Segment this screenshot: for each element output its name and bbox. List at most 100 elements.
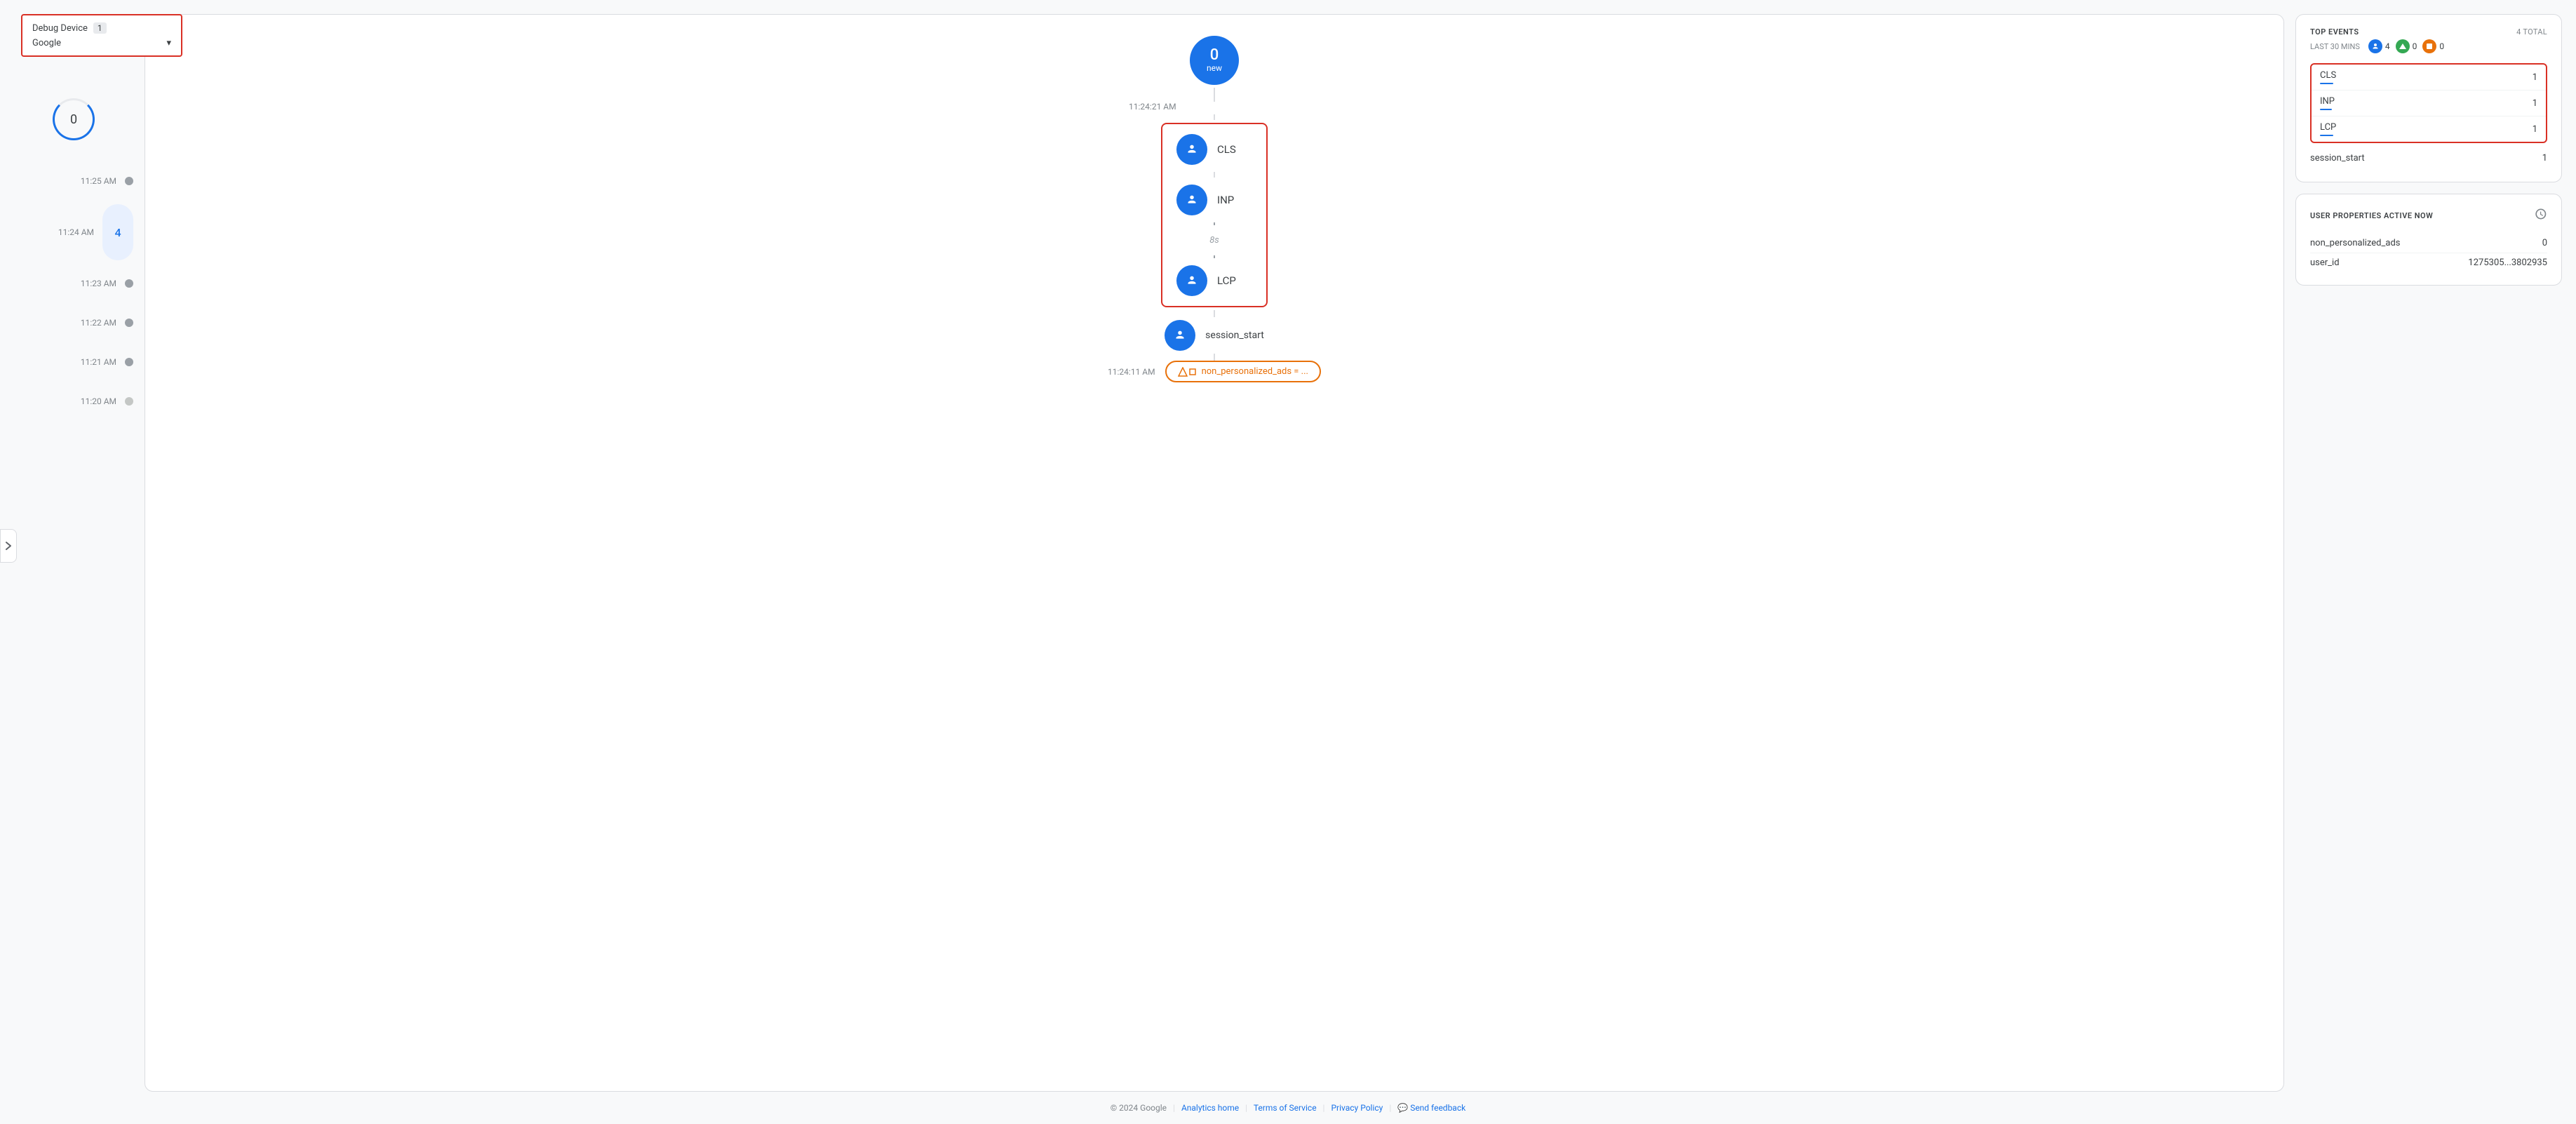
debug-panel-title: Debug Device 1: [32, 22, 171, 34]
session-start-name: session_start: [2310, 153, 2365, 163]
prop-name-2: user_id: [2310, 257, 2340, 268]
lcp-underline: [2320, 135, 2333, 136]
connector-line-4: [1214, 354, 1215, 361]
debug-panel: Debug Device 1 Google ▾: [21, 14, 182, 57]
cls-name-col: CLS: [2320, 70, 2336, 84]
badge-green-circle: [2396, 39, 2410, 53]
privacy-policy-link[interactable]: Privacy Policy: [1331, 1103, 1383, 1113]
session-name-col: session_start: [2310, 153, 2365, 163]
timeline-section: 0 11:25 AM 11:24 AM 4 11:23 AM 11:22 AM: [14, 14, 133, 1092]
prop-name-1: non_personalized_ads: [2310, 238, 2400, 248]
debug-device-name: Google: [32, 38, 61, 48]
event-item-inp: INP 1: [2312, 91, 2546, 116]
top-events-subheader: LAST 30 MINS 4 0: [2310, 39, 2547, 53]
timeline-entry-1123: 11:23 AM: [14, 264, 133, 303]
prop-row-user-id: user_id 1275305...3802935: [2310, 253, 2547, 272]
event-item-cls: CLS 1: [2312, 65, 2546, 91]
timeline-entry-1120: 11:20 AM: [14, 382, 133, 421]
badge-blue: 4: [2368, 39, 2390, 53]
param-row: 11:24:11 AM non_personalized_ads = ...: [1108, 361, 1321, 382]
lcp-name: LCP: [2320, 122, 2336, 133]
feedback-icon: 💬: [1397, 1103, 1408, 1113]
prop-value-1: 0: [2542, 238, 2547, 248]
top-events-card: TOP EVENTS 4 TOTAL LAST 30 MINS 4: [2295, 14, 2562, 182]
event-type-badges: 4 0 0: [2368, 39, 2444, 53]
time-1124: 11:24 AM: [45, 227, 94, 237]
timeline-entry-1122: 11:22 AM: [14, 303, 133, 342]
flow-event-session: session_start: [1165, 320, 1264, 351]
copyright: © 2024 Google: [1111, 1103, 1167, 1113]
session-start-label: session_start: [1205, 330, 1264, 341]
inp-name: INP: [2320, 96, 2335, 107]
dot-1125: [125, 177, 133, 185]
timestamp-4: 11:24:11 AM: [1108, 367, 1155, 377]
cls-event-icon: [1176, 134, 1207, 165]
flow-group-highlighted: CLS INP 8s: [1161, 123, 1268, 307]
cls-name: CLS: [2320, 70, 2336, 81]
param-tag-label: non_personalized_ads = ...: [1202, 366, 1308, 377]
timeline-entry-1124: 11:24 AM 4: [14, 201, 133, 264]
debug-label: Debug Device: [32, 23, 88, 34]
gap-connector-2: [1214, 255, 1215, 258]
analytics-home-link[interactable]: Analytics home: [1181, 1103, 1239, 1113]
badge-blue-count: 4: [2385, 41, 2390, 51]
main-content: Debug Device 1 Google ▾ 0 11:25 AM 11:24…: [0, 0, 2576, 1092]
send-feedback-link[interactable]: Send feedback: [1410, 1103, 1465, 1113]
time-1120: 11:20 AM: [67, 396, 116, 406]
event-item-session-start: session_start 1: [2310, 147, 2547, 169]
param-tag[interactable]: non_personalized_ads = ...: [1165, 361, 1321, 382]
badge-orange-circle: [2422, 39, 2436, 53]
timeline-entry-1121: 11:21 AM: [14, 342, 133, 382]
dot-1123: [125, 279, 133, 288]
dot-1121: [125, 358, 133, 366]
badge-green: 0: [2396, 39, 2417, 53]
session-count: 1: [2542, 153, 2547, 163]
gap-connector: [1214, 222, 1215, 225]
badge-orange-count: 0: [2439, 41, 2444, 51]
timeline-top-circle: 0: [53, 98, 95, 140]
badge-green-count: 0: [2413, 41, 2417, 51]
connector-line-2: [1214, 114, 1215, 120]
event-flow-panel: 0 new 11:24:21 AM CLS: [145, 14, 2284, 1092]
param-icon: [1178, 367, 1196, 377]
debug-device-select[interactable]: Google ▾: [32, 38, 171, 48]
top-events-title: TOP EVENTS: [2310, 27, 2359, 36]
badge-orange: 0: [2422, 39, 2444, 53]
sidebar-toggle[interactable]: [0, 529, 17, 563]
lcp-label: LCP: [1217, 274, 1252, 287]
time-1122: 11:22 AM: [67, 318, 116, 328]
connector-line-3: [1214, 310, 1215, 317]
cls-underline: [2320, 83, 2333, 84]
connector-cls-inp: [1214, 172, 1215, 178]
terms-of-service-link[interactable]: Terms of Service: [1254, 1103, 1317, 1113]
inp-underline: [2320, 109, 2332, 110]
flow-content: 0 new 11:24:21 AM CLS: [1108, 36, 1321, 382]
gap-label: 8s: [1209, 232, 1219, 248]
inp-count: 1: [2533, 98, 2537, 109]
dot-1122: [125, 319, 133, 327]
prop-value-2: 1275305...3802935: [2468, 257, 2547, 268]
connector-line-1: [1214, 88, 1215, 102]
time-1121: 11:21 AM: [67, 357, 116, 367]
event-item-lcp: LCP 1: [2312, 116, 2546, 142]
timeline-entry-1125: 11:25 AM: [14, 161, 133, 201]
event-new-bubble: 0 new: [1190, 36, 1239, 85]
event-list-highlighted: CLS 1 INP 1 LCP: [2310, 63, 2547, 143]
time-1125: 11:25 AM: [67, 176, 116, 186]
dropdown-arrow-icon: ▾: [166, 38, 171, 48]
history-icon: [2533, 207, 2547, 224]
lcp-event-icon: [1176, 265, 1207, 296]
flow-event-cls: CLS: [1176, 134, 1252, 165]
top-events-header: TOP EVENTS 4 TOTAL: [2310, 27, 2547, 36]
user-props-title: USER PROPERTIES ACTIVE NOW: [2310, 211, 2433, 220]
prop-row-non-personalized: non_personalized_ads 0: [2310, 234, 2547, 253]
cls-count: 1: [2533, 72, 2537, 83]
top-events-total: 4 TOTAL: [2516, 27, 2547, 36]
time-1123: 11:23 AM: [67, 279, 116, 288]
inp-event-icon: [1176, 185, 1207, 215]
flow-event-lcp: LCP: [1176, 265, 1252, 296]
user-props-header: USER PROPERTIES ACTIVE NOW: [2310, 207, 2547, 224]
timestamp-1: 11:24:21 AM: [1129, 102, 1176, 112]
session-start-icon: [1165, 320, 1195, 351]
timeline-top-count: 0: [70, 112, 77, 127]
